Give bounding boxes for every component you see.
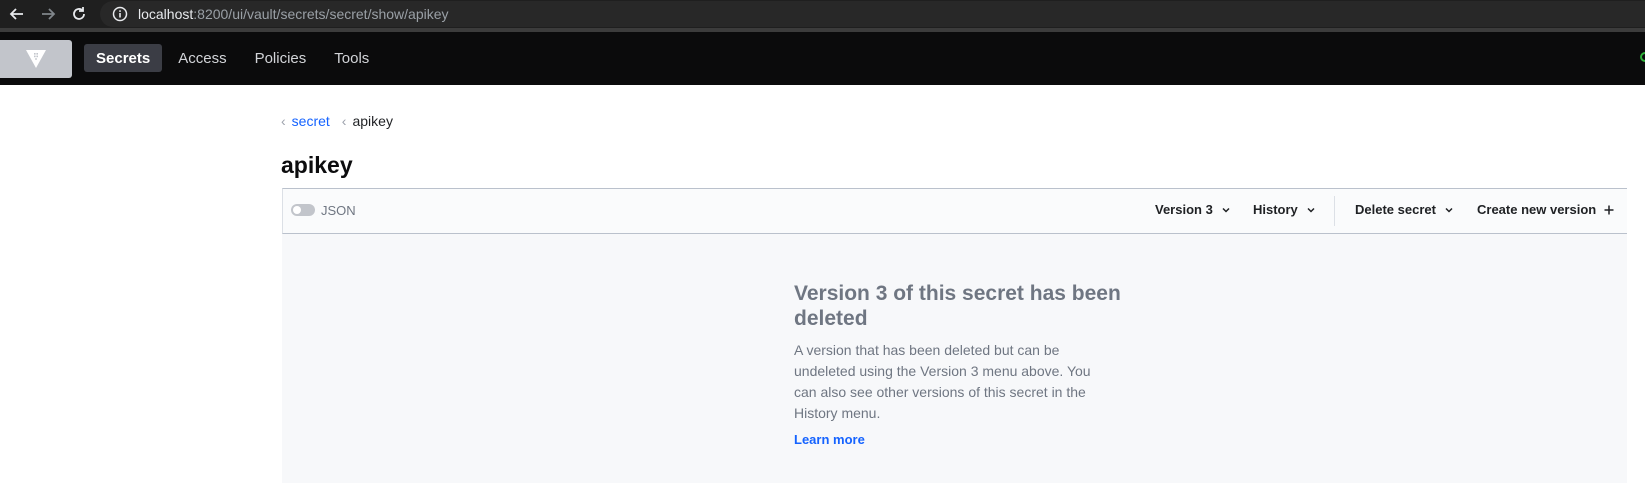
empty-state: Version 3 of this secret has been delete… (282, 234, 1627, 483)
breadcrumb-link-secret[interactable]: secret (292, 113, 330, 129)
learn-more-link[interactable]: Learn more (794, 432, 865, 447)
page-title: apikey (281, 152, 353, 178)
empty-state-message: A version that has been deleted but can … (794, 342, 1091, 421)
toolbar-divider (1334, 196, 1335, 226)
vault-logo-icon (26, 50, 46, 68)
url-text: localhost:8200/ui/vault/secrets/secret/s… (138, 6, 449, 22)
delete-secret-label: Delete secret (1355, 202, 1436, 217)
plus-icon (1604, 205, 1614, 214)
breadcrumb-current: apikey (352, 113, 393, 129)
json-toggle[interactable] (291, 204, 315, 216)
history-dropdown-label: History (1253, 202, 1298, 217)
address-bar[interactable]: localhost:8200/ui/vault/secrets/secret/s… (100, 1, 1645, 27)
delete-secret-dropdown[interactable]: Delete secret (1355, 202, 1454, 217)
create-new-version-label: Create new version (1477, 202, 1597, 217)
nav-tools[interactable]: Tools (322, 44, 381, 72)
chevron-down-icon (1222, 207, 1230, 213)
secret-toolbar: JSON Version 3 History Delete secret Cre… (282, 188, 1627, 234)
vault-logo[interactable] (0, 40, 72, 78)
version-dropdown[interactable]: Version 3 (1155, 202, 1231, 217)
json-toggle-label[interactable]: JSON (321, 203, 356, 218)
main-nav: Secrets Access Policies Tools (84, 44, 381, 72)
empty-state-title: Version 3 of this secret has been delete… (794, 282, 1121, 330)
create-new-version-button[interactable]: Create new version (1477, 202, 1614, 217)
status-indicator-icon[interactable] (1640, 52, 1645, 62)
reload-icon[interactable] (69, 4, 89, 24)
url-path: :8200/ui/vault/secrets/secret/show/apike… (193, 6, 449, 22)
back-icon[interactable] (7, 4, 27, 24)
chevron-left-icon: ‹ (341, 113, 347, 129)
history-dropdown[interactable]: History (1253, 202, 1316, 217)
app-header: Secrets Access Policies Tools (0, 32, 1645, 85)
nav-access[interactable]: Access (166, 44, 238, 72)
nav-secrets[interactable]: Secrets (84, 44, 163, 72)
site-info-icon[interactable] (112, 6, 128, 22)
chevron-left-icon: ‹ (281, 113, 286, 129)
toggle-knob (293, 206, 301, 214)
forward-icon[interactable] (38, 4, 58, 24)
chevron-down-icon (1307, 207, 1315, 213)
browser-toolbar: localhost:8200/ui/vault/secrets/secret/s… (0, 0, 1645, 28)
breadcrumb: ‹ secret ‹ apikey (281, 113, 393, 129)
nav-policies[interactable]: Policies (243, 44, 319, 72)
chevron-down-icon (1445, 207, 1453, 213)
url-host: localhost (138, 6, 194, 22)
version-dropdown-label: Version 3 (1155, 202, 1213, 217)
